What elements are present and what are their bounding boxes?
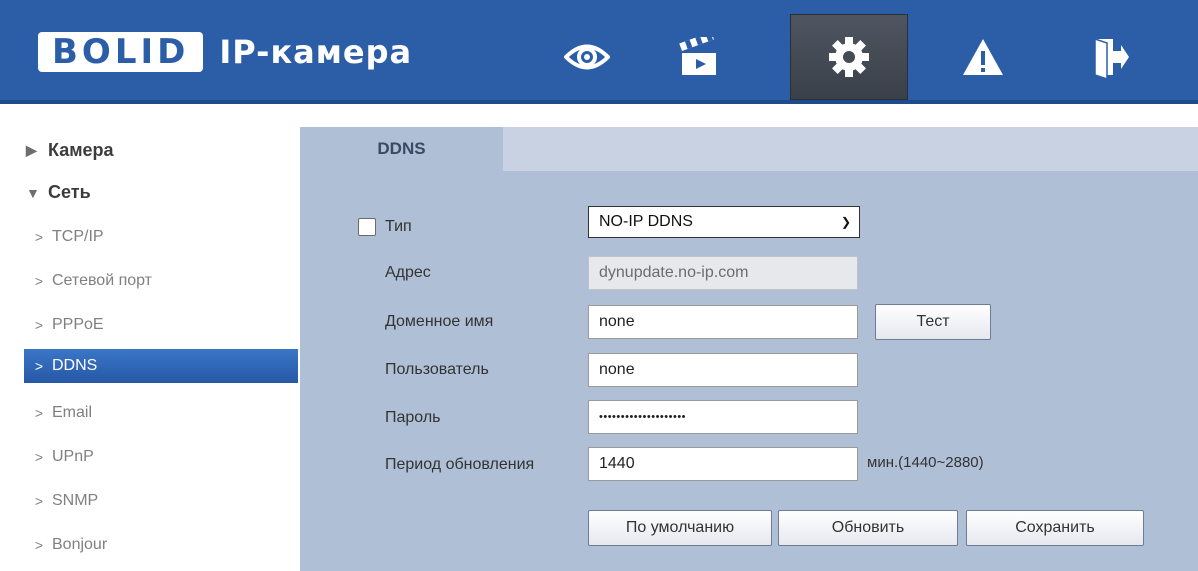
user-field[interactable]: none bbox=[588, 353, 858, 387]
sidebar-item-email[interactable]: > Email bbox=[24, 396, 298, 430]
domain-field[interactable]: none bbox=[588, 305, 858, 339]
sidebar-item-label: PPPoE bbox=[52, 316, 104, 333]
password-field[interactable]: •••••••••••••••••••• bbox=[588, 400, 858, 434]
chevron-right-icon: > bbox=[34, 537, 44, 553]
sidebar-item-snmp[interactable]: > SNMP bbox=[24, 484, 298, 518]
chevron-right-icon: > bbox=[34, 405, 44, 421]
nav-settings[interactable] bbox=[790, 14, 908, 100]
nav-alarm[interactable] bbox=[924, 14, 1042, 100]
chevron-right-icon: > bbox=[34, 449, 44, 465]
sidebar-item-bonjour[interactable]: > Bonjour bbox=[24, 528, 298, 562]
refresh-button[interactable]: Обновить bbox=[778, 510, 958, 546]
type-label: Тип bbox=[385, 218, 412, 235]
sidebar-item-label: Email bbox=[52, 404, 93, 421]
clapperboard-icon bbox=[679, 37, 716, 75]
type-select-value: NO-IP DDNS bbox=[599, 213, 693, 230]
chevron-right-icon: > bbox=[34, 273, 44, 289]
domain-label: Доменное имя bbox=[385, 313, 494, 330]
address-field: dynupdate.no-ip.com bbox=[588, 256, 858, 290]
default-button[interactable]: По умолчанию bbox=[588, 510, 772, 546]
main-panel: DDNS Тип NO-IP DDNS ❯ Адрес dynupdate.no… bbox=[300, 127, 1198, 571]
test-button[interactable]: Тест bbox=[875, 304, 991, 340]
chevron-right-icon: > bbox=[34, 493, 44, 509]
sidebar-item-pppoe[interactable]: > PPPoE bbox=[24, 308, 298, 342]
save-button[interactable]: Сохранить bbox=[966, 510, 1144, 546]
ddns-form: Тип NO-IP DDNS ❯ Адрес dynupdate.no-ip.c… bbox=[300, 171, 1198, 571]
password-label: Пароль bbox=[385, 409, 441, 426]
eye-icon bbox=[564, 44, 610, 70]
nav-playback[interactable] bbox=[640, 14, 758, 100]
sidebar-group-network[interactable]: ▼ Сеть bbox=[26, 182, 91, 203]
gear-icon bbox=[829, 37, 869, 77]
tab-ddns[interactable]: DDNS bbox=[300, 127, 503, 171]
logo: BOLID IP-камера bbox=[38, 30, 412, 74]
chevron-down-icon: ❯ bbox=[840, 215, 851, 229]
period-hint: мин.(1440~2880) bbox=[867, 454, 984, 471]
period-label: Период обновления bbox=[385, 456, 535, 473]
sidebar-item-network-port[interactable]: > Сетевой порт bbox=[24, 264, 298, 298]
user-label: Пользователь bbox=[385, 361, 489, 378]
sidebar-item-tcpip[interactable]: > TCP/IP bbox=[24, 220, 298, 254]
type-select[interactable]: NO-IP DDNS ❯ bbox=[588, 206, 860, 238]
enable-checkbox[interactable] bbox=[358, 218, 376, 236]
sidebar-item-label: SNMP bbox=[52, 492, 99, 509]
sidebar-item-upnp[interactable]: > UPnP bbox=[24, 440, 298, 474]
nav-logout[interactable] bbox=[1052, 14, 1170, 100]
sidebar: ▶ Камера ▼ Сеть > TCP/IP > Сетевой порт … bbox=[0, 104, 300, 571]
expanded-triangle-icon: ▼ bbox=[26, 184, 40, 201]
collapsed-triangle-icon: ▶ bbox=[26, 142, 37, 158]
sidebar-item-ddns[interactable]: > DDNS bbox=[24, 349, 298, 383]
exit-icon bbox=[1094, 37, 1129, 79]
sidebar-item-label: Сетевой порт bbox=[52, 272, 153, 289]
brand-logo-text: BOLID bbox=[52, 32, 190, 72]
brand-logo: BOLID bbox=[38, 32, 204, 72]
sidebar-item-label: TCP/IP bbox=[52, 228, 104, 245]
sidebar-item-label: UPnP bbox=[52, 448, 94, 465]
sidebar-item-label: DDNS bbox=[52, 357, 98, 374]
top-bar: BOLID IP-камера bbox=[0, 0, 1198, 104]
address-label: Адрес bbox=[385, 264, 431, 281]
chevron-right-icon: > bbox=[34, 358, 44, 374]
warning-icon bbox=[963, 39, 1003, 75]
sidebar-item-label: Bonjour bbox=[52, 536, 108, 553]
chevron-right-icon: > bbox=[34, 229, 44, 245]
period-field[interactable]: 1440 bbox=[588, 447, 858, 481]
app-title: IP-камера bbox=[219, 33, 413, 71]
sidebar-group-label: Камера bbox=[48, 140, 114, 160]
sidebar-group-label: Сеть bbox=[48, 182, 91, 202]
sidebar-group-camera[interactable]: ▶ Камера bbox=[26, 140, 114, 161]
chevron-right-icon: > bbox=[34, 317, 44, 333]
nav-live-view[interactable] bbox=[528, 14, 646, 100]
